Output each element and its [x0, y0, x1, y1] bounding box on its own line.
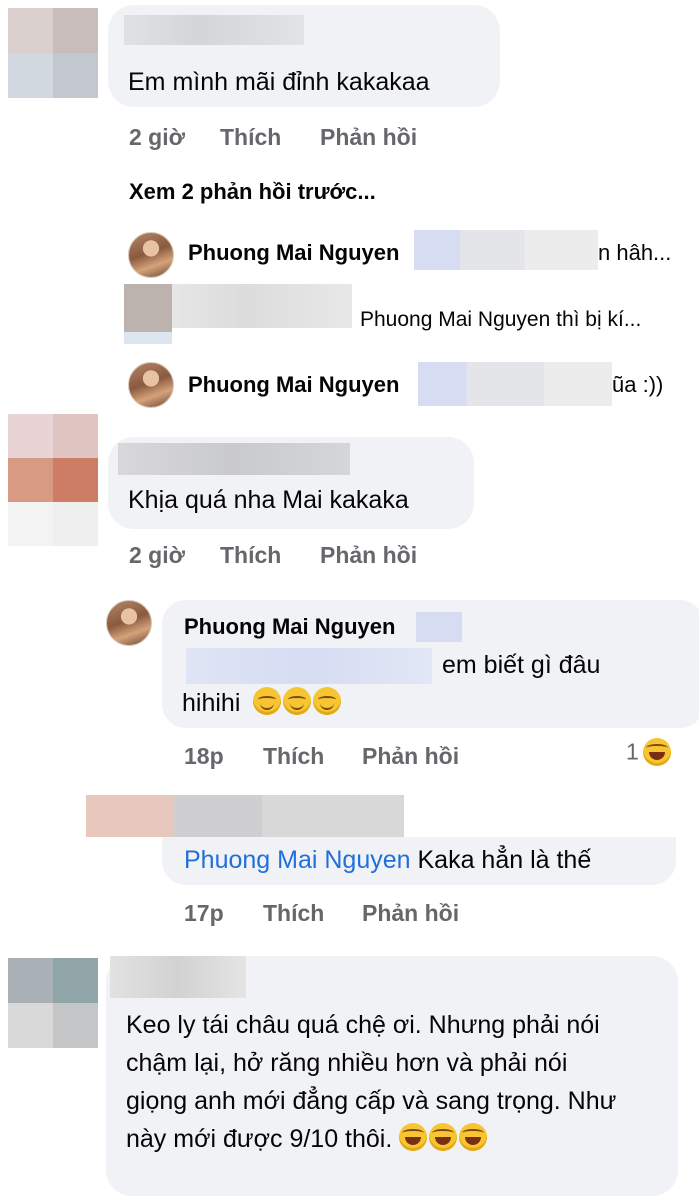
reaction-summary[interactable]: 1	[626, 738, 673, 766]
pixel	[8, 53, 53, 98]
pixel	[124, 284, 172, 332]
reply-button-pmn[interactable]: Phản hồi	[362, 743, 459, 770]
pixel	[8, 502, 53, 546]
comment-time-2[interactable]: 2 giờ	[129, 542, 185, 569]
comment-text-2: Khịa quá nha Mai kakaka	[128, 486, 409, 514]
rofl-emoji-icon	[459, 1123, 488, 1151]
reaction-count: 1	[626, 738, 639, 765]
reply-text-other-body: Kaka hẳn là thế	[417, 846, 592, 874]
pixel	[174, 795, 262, 837]
blurred-snippet-3	[418, 362, 612, 406]
pixel	[8, 458, 53, 502]
pixel	[53, 502, 98, 546]
like-button-pmn[interactable]: Thích	[263, 743, 324, 770]
like-button-2[interactable]: Thích	[220, 542, 281, 569]
pixel	[8, 1003, 53, 1048]
reply-text-other: Phuong Mai Nguyen Kaka hẳn là thế	[184, 841, 591, 879]
reply-author-1[interactable]: Phuong Mai Nguyen	[188, 240, 399, 266]
pixel	[8, 8, 53, 53]
blurred-snippet-1	[414, 230, 598, 270]
view-previous-replies-link[interactable]: Xem 2 phản hồi trước...	[129, 179, 376, 205]
pixel	[53, 958, 98, 1003]
comment-text-3-body: Keo ly tái châu quá chệ ơi. Nhưng phải n…	[126, 1011, 617, 1153]
blurred-name-3[interactable]	[110, 956, 246, 998]
reply-author-pmn[interactable]: Phuong Mai Nguyen	[184, 614, 395, 640]
comment-bubble-1: Em mình mãi đỉnh kakakaa	[108, 5, 500, 107]
comment-text-3: Keo ly tái châu quá chệ ơi. Nhưng phải n…	[126, 1006, 634, 1158]
reply-text-pmn-hihihi: hihihi	[182, 689, 241, 717]
reply-snippet-3: ũa :))	[612, 372, 664, 397]
smiling-blush-emoji-icon	[283, 687, 312, 715]
reply-text-pmn: em biết gì đâu	[442, 651, 601, 679]
avatar-pixelated-3[interactable]	[8, 958, 98, 1048]
comment-bubble-2: Khịa quá nha Mai kakaka	[108, 437, 474, 529]
blurred-name-2	[172, 284, 352, 328]
avatar-pixelated-2[interactable]	[8, 414, 98, 546]
reply-bubble-pmn: Phuong Mai Nguyen em biết gì đâu hihihi	[162, 600, 699, 728]
pixel	[53, 53, 98, 98]
blurred-avatar-2[interactable]	[124, 284, 172, 344]
avatar-phuong-mai-1[interactable]	[128, 232, 174, 278]
avatar-pixelated-1[interactable]	[8, 8, 98, 98]
smiling-blush-emoji-icon	[253, 687, 282, 715]
reply-time-other[interactable]: 17p	[184, 900, 224, 927]
rofl-emoji-icon	[429, 1123, 458, 1151]
pixel	[8, 414, 53, 458]
reply-bubble-other: Phuong Mai Nguyen Kaka hẳn là thế	[162, 837, 676, 885]
reply-time-pmn[interactable]: 18p	[184, 743, 224, 770]
avatar-phuong-mai-2[interactable]	[128, 362, 174, 408]
reply-author-3[interactable]: Phuong Mai Nguyen	[188, 372, 399, 398]
comment-bubble-3: Keo ly tái châu quá chệ ơi. Nhưng phải n…	[106, 956, 678, 1196]
pixel	[86, 795, 174, 837]
blurred-mention	[186, 648, 432, 684]
haha-reaction-icon	[643, 738, 672, 766]
blurred-name-2b[interactable]	[118, 443, 350, 475]
reply-text-pmn-line2: hihihi	[182, 684, 343, 722]
pixel	[124, 332, 172, 344]
avatar-phuong-mai-3[interactable]	[106, 600, 152, 646]
reply-snippet-1: n hâh...	[598, 240, 672, 265]
comment-text-1: Em mình mãi đỉnh kakakaa	[128, 68, 430, 96]
pixel	[53, 458, 98, 502]
mention-phuong-mai[interactable]: Phuong Mai Nguyen	[184, 846, 411, 874]
pixel	[53, 1003, 98, 1048]
pixel	[262, 795, 404, 837]
blurred-name-1[interactable]	[124, 15, 304, 45]
comment-time-1[interactable]: 2 giờ	[129, 124, 185, 151]
smiling-blush-emoji-icon	[313, 687, 342, 715]
reply-button-2[interactable]: Phản hồi	[320, 542, 417, 569]
pixel	[53, 8, 98, 53]
pixel	[53, 414, 98, 458]
reply-button-1[interactable]: Phản hồi	[320, 124, 417, 151]
like-button-1[interactable]: Thích	[220, 124, 281, 151]
like-button-other[interactable]: Thích	[263, 900, 324, 927]
blurred-reply-author[interactable]	[86, 795, 404, 837]
reply-button-other[interactable]: Phản hồi	[362, 900, 459, 927]
blurred-name-tag	[416, 612, 462, 642]
rofl-emoji-icon	[399, 1123, 428, 1151]
pixel	[8, 958, 53, 1003]
reply-mention-snippet-2: Phuong Mai Nguyen thì bị kí...	[360, 308, 642, 331]
